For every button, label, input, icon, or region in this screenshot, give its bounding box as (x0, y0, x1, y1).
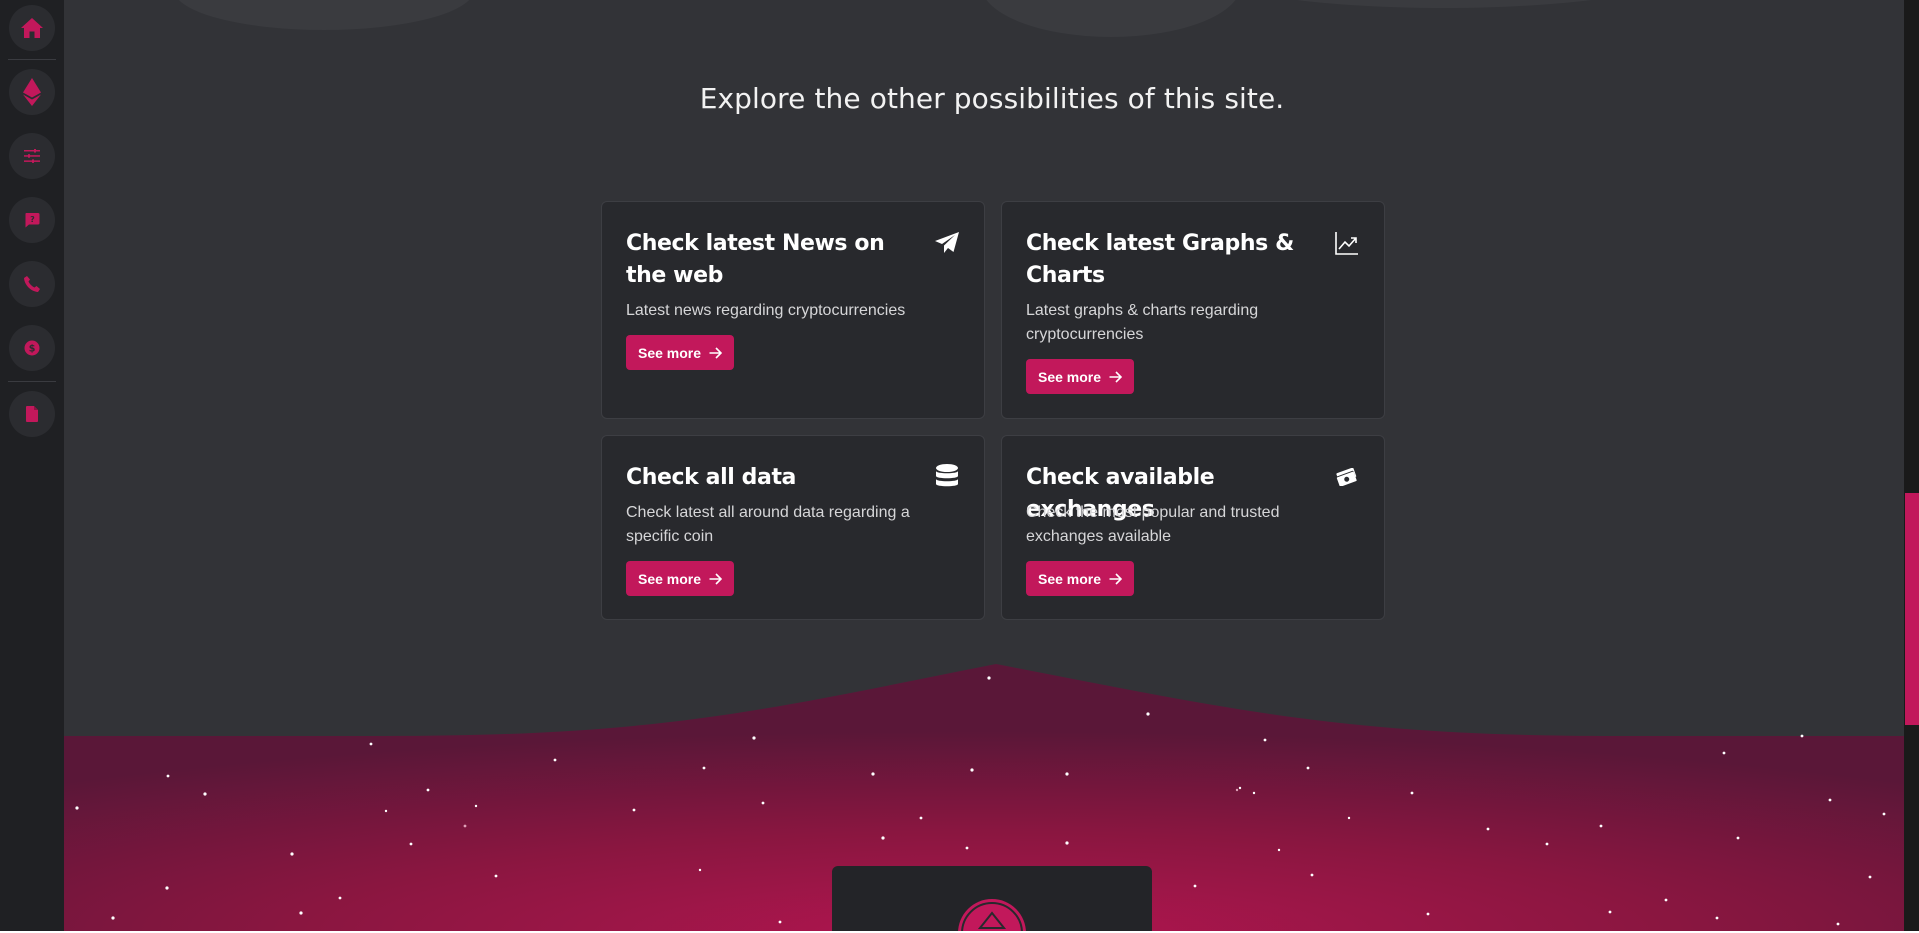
card-data: Check all data Check latest all around d… (601, 435, 985, 620)
scrollbar[interactable] (1904, 0, 1919, 933)
coin-icon: $ (24, 340, 40, 356)
svg-text:?: ? (30, 215, 35, 224)
card-news: Check latest News on the web Latest news… (601, 201, 985, 419)
bottom-panel (832, 866, 1152, 933)
see-more-button[interactable]: See more (1026, 561, 1135, 596)
sidebar-item-docs[interactable] (9, 391, 55, 437)
arrow-right-icon (1109, 370, 1123, 383)
ethereum-icon (23, 78, 41, 106)
sidebar-divider (8, 381, 56, 382)
button-label: See more (638, 570, 702, 587)
card-description: Latest graphs & charts regarding cryptoc… (1026, 302, 1259, 343)
question-message-icon: ? (25, 213, 40, 228)
card-exchanges: Check available exchanges Check the most… (1001, 435, 1385, 620)
page: ? $ Explore the other possibilities of t… (0, 0, 1919, 933)
arrow-right-icon (1109, 572, 1123, 585)
paper-plane-icon (934, 230, 960, 256)
sidebar-item-filters[interactable] (9, 133, 55, 179)
page-heading: Explore the other possibilities of this … (699, 82, 1285, 115)
sidebar-item-home[interactable] (9, 5, 55, 51)
main-content: Explore the other possibilities of this … (64, 0, 1904, 933)
see-more-button[interactable]: See more (626, 561, 735, 596)
phone-icon (24, 276, 40, 292)
sidebar-divider (8, 59, 56, 60)
scrollbar-thumb[interactable] (1905, 493, 1919, 725)
card-graphs: Check latest Graphs & Charts Latest grap… (1001, 201, 1385, 419)
button-label: See more (638, 344, 702, 361)
card-title: Check latest Graphs & Charts (1026, 231, 1294, 288)
card-description: Check the most popular and trusted excha… (1026, 504, 1280, 545)
svg-text:$: $ (29, 344, 36, 355)
card-title: Check all data (626, 465, 797, 490)
see-more-button[interactable]: See more (1026, 359, 1135, 394)
chart-line-icon (1334, 230, 1360, 256)
arrow-right-icon (709, 572, 723, 585)
card-description: Check latest all around data regarding a… (626, 504, 910, 545)
button-label: See more (1038, 368, 1102, 385)
sidebar-item-contact[interactable] (9, 261, 55, 307)
money-bills-icon (1334, 464, 1360, 490)
home-icon (21, 18, 43, 38)
card-description: Latest news regarding cryptocurrencies (626, 302, 906, 319)
sidebar: ? $ (0, 0, 64, 933)
database-icon (934, 464, 960, 490)
document-icon (26, 406, 38, 422)
button-label: See more (1038, 570, 1102, 587)
sliders-icon (24, 149, 40, 163)
logo-badge (958, 899, 1026, 933)
sidebar-item-faq[interactable]: ? (9, 197, 55, 243)
sidebar-item-ethereum[interactable] (9, 69, 55, 115)
see-more-button[interactable]: See more (626, 335, 735, 370)
arrow-right-icon (709, 346, 723, 359)
decorative-waves (178, 0, 1592, 37)
sidebar-item-donate[interactable]: $ (9, 325, 55, 371)
card-title: Check latest News on the web (626, 231, 885, 288)
